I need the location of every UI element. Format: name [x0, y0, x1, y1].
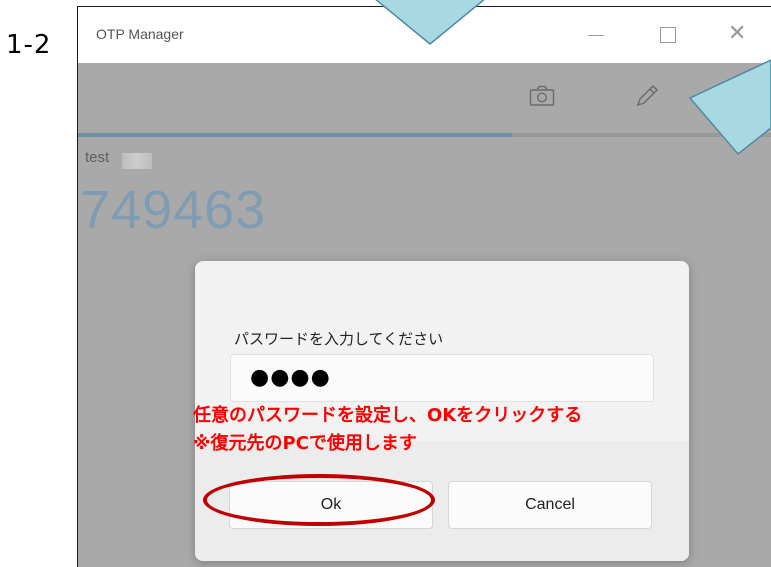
dialog-prompt: パスワードを入力してください: [234, 330, 444, 348]
callout-arrow-right: [688, 59, 771, 156]
annotation-line-2: ※復元先のPCで使用します: [193, 433, 417, 454]
otp-code: 749463: [80, 180, 267, 240]
window-title: OTP Manager: [96, 26, 184, 42]
toolbar: [78, 63, 771, 133]
ok-highlight-ellipse: [203, 474, 435, 526]
annotation-line-1: 任意のパスワードを設定し、OKをクリックする: [193, 405, 583, 426]
cancel-button[interactable]: Cancel: [448, 481, 652, 529]
callout-arrow-top: [375, 0, 485, 45]
password-input[interactable]: ●●●●: [230, 354, 654, 402]
redacted-account-suffix: [122, 153, 152, 169]
close-button[interactable]: ✕: [728, 21, 746, 46]
maximize-button[interactable]: [660, 27, 676, 43]
instruction-annotation: 任意のパスワードを設定し、OKをクリックする ※復元先のPCで使用します: [193, 402, 582, 458]
password-value: ●●●●: [250, 365, 331, 390]
camera-icon[interactable]: [529, 85, 555, 111]
pencil-icon[interactable]: [634, 83, 660, 113]
minimize-button[interactable]: [588, 35, 604, 36]
step-label: 1-2: [6, 30, 52, 60]
account-name: test: [85, 149, 110, 166]
app-window: OTP Manager ✕ test 749463 パスワードを入力してください…: [77, 6, 771, 567]
timer-progress-fill: [78, 133, 512, 137]
